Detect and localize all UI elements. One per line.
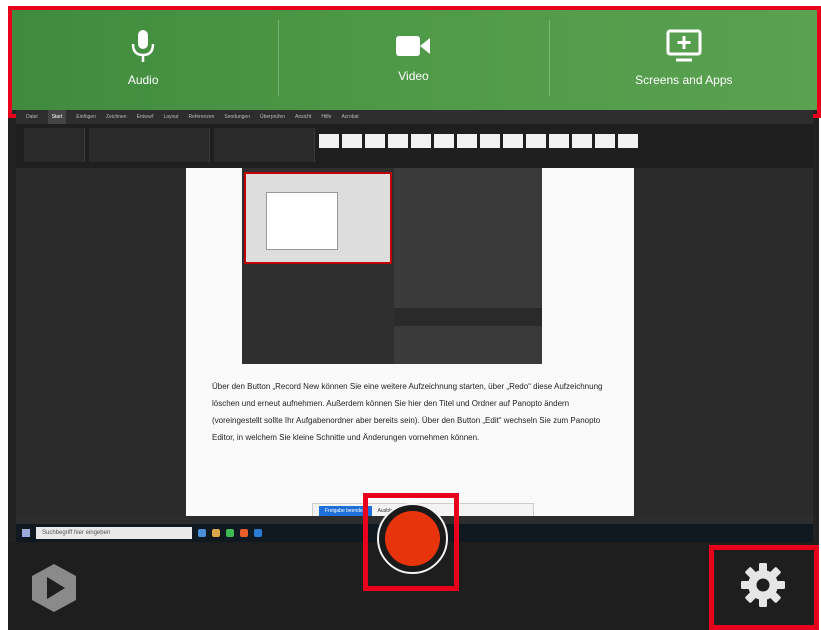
- settings-button[interactable]: [740, 562, 786, 608]
- screens-source-button[interactable]: Screens and Apps: [548, 6, 819, 110]
- ribbon-tabs: Datei Start Einfügen Zeichnen Entwurf La…: [16, 110, 813, 124]
- taskbar-app-icon: [198, 529, 206, 537]
- embedded-toolbar: [394, 308, 542, 326]
- embedded-panel: [394, 168, 542, 364]
- screens-label: Screens and Apps: [635, 73, 733, 87]
- panopto-logo: [32, 564, 76, 612]
- video-label: Video: [398, 69, 429, 83]
- screen-preview: Datei Start Einfügen Zeichnen Entwurf La…: [16, 110, 813, 542]
- source-selection-bar: Audio Video Screens and Apps: [8, 6, 819, 110]
- taskbar-app-icon: [240, 529, 248, 537]
- video-camera-icon: [396, 36, 431, 56]
- windows-start-icon: [22, 529, 30, 537]
- audio-source-button[interactable]: Audio: [8, 6, 278, 110]
- embedded-screenshot: [242, 168, 542, 364]
- ribbon-groups: [16, 124, 813, 166]
- word-ribbon: Datei Start Einfügen Zeichnen Entwurf La…: [16, 110, 813, 168]
- record-button[interactable]: [377, 503, 448, 574]
- document-page: Über den Button „Record New können Sie e…: [186, 168, 634, 516]
- taskbar-search: Suchbegriff hier eingeben: [36, 527, 192, 539]
- video-source-button[interactable]: Video: [278, 6, 548, 110]
- taskbar-app-icon: [254, 529, 262, 537]
- taskbar-app-icon: [212, 529, 220, 537]
- record-dot-icon: [385, 511, 440, 566]
- audio-label: Audio: [127, 73, 159, 87]
- taskbar-app-icon: [226, 529, 234, 537]
- monitor-plus-icon: [666, 29, 702, 62]
- embedded-thumbnail: [244, 172, 392, 264]
- ribbon-styles: [319, 128, 638, 162]
- microphone-icon: [131, 30, 155, 62]
- document-paragraph: Über den Button „Record New können Sie e…: [212, 382, 603, 442]
